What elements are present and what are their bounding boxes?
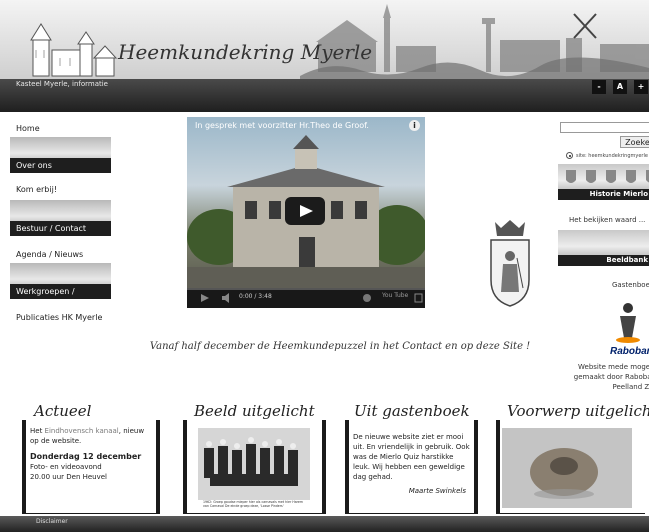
breadcrumb[interactable]: Kasteel Myerle, informatie — [16, 80, 108, 88]
beeldbank-label: Beeldbank — [558, 255, 649, 266]
crest-icon — [490, 220, 530, 307]
nav-publicaties[interactable]: Publicaties HK Myerle — [16, 313, 102, 322]
site-title[interactable]: Heemkundekring Myerle — [118, 40, 372, 64]
nav-werkgroepen-label: Werkgroepen / Projecten — [10, 284, 111, 299]
settings-icon[interactable] — [363, 294, 371, 302]
site-search-label: site: heemkundekringmyerle — [576, 153, 648, 159]
disclaimer-link[interactable]: Disclaimer — [36, 518, 68, 525]
voorwerp-box — [496, 420, 645, 514]
voorwerp-heading: Voorwerp uitgelicht — [507, 402, 649, 420]
event-date: Donderdag 12 december — [30, 452, 142, 461]
nav-bestuur-label: Bestuur / Contact — [10, 221, 111, 236]
crest-row-image — [566, 170, 649, 183]
video-player[interactable]: In gesprek met voorzitter Hr.Theo de Gro… — [187, 117, 425, 308]
gastenboek-box: De nieuwe website ziet er mooi uit. En v… — [345, 420, 478, 514]
site-header: Heemkundekring Myerle Kasteel Myerle, in… — [0, 0, 649, 112]
beeld-heading: Beeld uitgelicht — [194, 402, 315, 420]
play-icon — [300, 205, 313, 217]
group-photo[interactable] — [198, 428, 310, 500]
gastenboek-author: Maarte Swinkels — [408, 487, 466, 495]
puzzle-announcement: Vanaf half december de Heemkundepuzzel i… — [149, 341, 531, 352]
play-small-icon[interactable] — [201, 294, 209, 302]
coat-of-arms — [487, 218, 533, 308]
sponsor-text: Website mede mogelijk gemaakt door Rabob… — [573, 363, 649, 391]
rabobank-wordmark: Rabobank — [610, 346, 649, 357]
gastenboek-link[interactable]: Gastenboek — [612, 281, 649, 289]
site-search-radio[interactable] — [566, 152, 573, 159]
nav-kom-erbij[interactable]: Kom erbij! — [16, 185, 57, 194]
historie-mierlo-link[interactable]: Historie Mierlo — [558, 164, 649, 200]
actueel-prefix: Het — [30, 427, 45, 435]
nav-over-ons[interactable]: Over ons — [10, 137, 111, 173]
beeldbank-link[interactable]: Beeldbank — [558, 230, 649, 266]
fullscreen-icon[interactable] — [414, 293, 423, 303]
info-icon[interactable]: i — [409, 120, 420, 131]
font-increase-button[interactable]: + — [634, 80, 648, 94]
volume-icon[interactable] — [222, 293, 229, 303]
site-footer — [0, 516, 649, 532]
video-title[interactable]: In gesprek met voorzitter Hr.Theo de Gro… — [195, 121, 369, 130]
search-button[interactable]: Zoeken — [620, 136, 649, 148]
het-bekijken-waard: Het bekijken waard ... — [569, 216, 646, 224]
nav-werkgroepen-projecten[interactable]: Werkgroepen / Projecten — [10, 263, 111, 299]
play-button[interactable] — [285, 197, 325, 225]
actueel-heading: Actueel — [34, 402, 92, 420]
event-line-2: 20.00 uur Den Heuvel — [30, 473, 107, 481]
nav-bestuur-contact[interactable]: Bestuur / Contact — [10, 200, 111, 236]
eindhovensch-kanaal-link[interactable]: Eindhovensch kanaal — [45, 427, 119, 435]
gastenboek-heading: Uit gastenboek — [354, 402, 470, 420]
font-reset-button[interactable]: A — [613, 80, 627, 94]
rabobank-icon: Rabobank — [610, 303, 649, 357]
historie-mierlo-label: Historie Mierlo — [558, 189, 649, 200]
font-decrease-button[interactable]: - — [592, 80, 606, 94]
photo-caption: 1962: Groep goudse mieper hier als carna… — [203, 500, 303, 508]
nav-agenda-nieuws[interactable]: Agenda / Nieuws — [16, 250, 83, 259]
video-time: 0:00 / 3:48 — [239, 293, 272, 300]
rabobank-logo[interactable]: Rabobank — [592, 300, 649, 358]
actueel-box: Het Eindhovensch kanaal, nieuw op de web… — [22, 420, 160, 514]
search-input[interactable] — [560, 122, 649, 133]
youtube-logo[interactable]: You Tube — [382, 292, 408, 299]
nav-home[interactable]: Home — [16, 124, 40, 133]
object-photo[interactable] — [502, 428, 632, 508]
beeld-box: 1962: Groep goudse mieper hier als carna… — [183, 420, 326, 514]
gastenboek-text: De nieuwe website ziet er mooi uit. En v… — [353, 433, 470, 481]
event-line-1: Foto- en videoavond — [30, 463, 102, 471]
nav-over-ons-label: Over ons — [10, 158, 111, 173]
